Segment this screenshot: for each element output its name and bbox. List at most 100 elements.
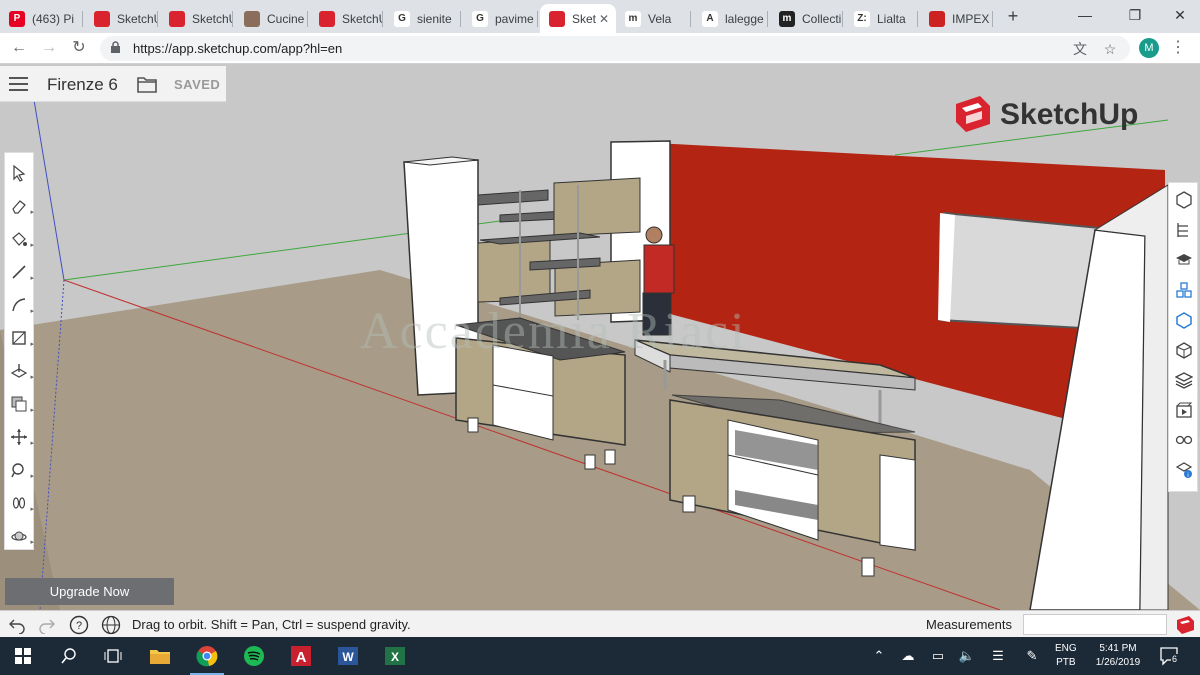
spotify-icon[interactable] [231, 637, 277, 675]
browser-tab[interactable]: Sket ✕ [540, 4, 616, 33]
url-text[interactable]: https://app.sketchup.com/app?hl=en [133, 41, 342, 56]
reload-icon[interactable]: ↻ [68, 37, 90, 59]
status-hint: Drag to orbit. Shift = Pan, Ctrl = suspe… [132, 617, 411, 632]
logo-text: SketchUp [1000, 98, 1139, 131]
sketchup-icon [169, 10, 185, 27]
word-icon[interactable]: W [325, 637, 371, 675]
browser-tab-strip: P (463) Pi SketchU SketchU Cucine SketchU Gsie… [0, 0, 1200, 33]
clock-date: 1/26/2019 [1095, 657, 1141, 668]
back-icon[interactable]: ← [8, 37, 30, 59]
menu-kebab-icon[interactable]: ⋮ [1170, 37, 1186, 59]
tab-separator [382, 11, 383, 27]
folder-icon[interactable] [136, 74, 158, 94]
tab-separator [232, 11, 233, 27]
redo-icon[interactable] [36, 614, 58, 636]
svg-text:W: W [342, 650, 354, 664]
windows-start-icon[interactable] [0, 637, 46, 675]
entity-info-icon[interactable] [1173, 189, 1195, 211]
offset-tool-icon[interactable]: ▸ [7, 392, 34, 416]
measurements-label: Measurements [926, 617, 1012, 632]
help-icon[interactable]: ? [68, 614, 90, 636]
profile-avatar[interactable]: M [1139, 38, 1159, 58]
pinterest-icon: P [9, 10, 25, 27]
tab-label: pavime [495, 11, 534, 26]
minimize-button[interactable]: — [1065, 4, 1105, 26]
volume-icon[interactable]: 🔈 [957, 646, 977, 666]
rectangle-tool-icon[interactable]: ▸ [7, 326, 34, 350]
notification-center-icon[interactable]: 6 [1159, 646, 1183, 668]
a-icon: A [702, 10, 718, 27]
close-window-button[interactable]: ✕ [1160, 4, 1200, 26]
display-icon[interactable] [1173, 429, 1195, 451]
language-indicator[interactable]: ENG PTB [1055, 642, 1077, 670]
forward-icon[interactable]: → [38, 37, 60, 59]
undo-icon[interactable] [6, 614, 28, 636]
maximize-button[interactable]: ❐ [1115, 4, 1155, 26]
tab-separator [767, 11, 768, 27]
battery-icon[interactable]: ▭ [928, 646, 948, 666]
browser-tab[interactable]: Gpavime [463, 4, 538, 33]
watermark-text: Accademia Riaci [360, 303, 747, 360]
tab-separator [537, 11, 538, 27]
model-name[interactable]: Firenze 6 [47, 75, 118, 95]
chrome-icon[interactable] [184, 637, 230, 675]
materials-icon[interactable] [1173, 339, 1195, 361]
model-info-icon[interactable]: i [1173, 459, 1195, 481]
eraser-tool-icon[interactable]: ▸ [7, 194, 34, 218]
push-pull-icon[interactable]: ▸ [7, 359, 34, 383]
arc-tool-icon[interactable]: ▸ [7, 293, 34, 317]
walk-tool-icon[interactable]: ▸ [7, 491, 34, 515]
globe-icon[interactable] [100, 614, 122, 636]
browser-tab[interactable]: m Collecti [770, 4, 843, 33]
save-status: SAVED [174, 77, 221, 92]
browser-tab[interactable]: SketchU [85, 4, 158, 33]
move-tool-icon[interactable]: ▸ [7, 425, 34, 449]
onedrive-icon[interactable]: ☁ [898, 646, 918, 666]
wifi-icon[interactable]: ☰ [988, 646, 1008, 666]
select-tool-icon[interactable] [7, 161, 31, 185]
line-tool-icon[interactable]: ▸ [7, 260, 34, 284]
close-tab-icon[interactable]: ✕ [596, 12, 612, 26]
browser-tab[interactable]: IMPEX [920, 4, 993, 33]
clock[interactable]: 5:41 PM 1/26/2019 [1089, 642, 1147, 670]
tab-separator [82, 11, 83, 27]
browser-tab[interactable]: Z: Lialta [845, 4, 918, 33]
browser-tab[interactable]: m Vela [616, 4, 691, 33]
tape-measure-icon[interactable]: ▸ [7, 458, 34, 482]
3d-warehouse-icon[interactable] [1173, 309, 1195, 331]
tray-chevron-icon[interactable]: ⌃ [869, 646, 889, 666]
tab-label: SketchU [192, 11, 233, 26]
menu-hamburger-icon[interactable] [9, 77, 28, 91]
upgrade-now-button[interactable]: Upgrade Now [5, 578, 174, 605]
pen-icon[interactable]: ✎ [1022, 646, 1042, 666]
translate-icon[interactable]: 文 [1070, 39, 1090, 59]
search-icon[interactable] [46, 637, 92, 675]
browser-tab[interactable]: Alalegge [693, 4, 768, 33]
model-title-bar: Firenze 6 SAVED [0, 66, 226, 102]
address-bar[interactable]: https://app.sketchup.com/app?hl=en 文 ☆ [100, 36, 1130, 61]
browser-tab[interactable]: SketchU [160, 4, 233, 33]
svg-text:A: A [296, 649, 307, 666]
orbit-tool-icon[interactable]: ▸ [7, 524, 34, 548]
new-tab-button[interactable]: + [1003, 6, 1023, 26]
tab-label: Vela [648, 11, 672, 26]
measurements-input[interactable] [1023, 614, 1167, 635]
bookmark-star-icon[interactable]: ☆ [1100, 39, 1120, 59]
excel-icon[interactable]: X [372, 637, 418, 675]
components-icon[interactable] [1173, 279, 1195, 301]
browser-tab[interactable]: Cucine [235, 4, 308, 33]
browser-tab[interactable]: P (463) Pi [0, 4, 83, 33]
paint-bucket-icon[interactable]: ▸ [7, 227, 34, 251]
autocad-icon[interactable]: A [278, 637, 324, 675]
outliner-icon[interactable] [1173, 219, 1195, 241]
task-view-icon[interactable] [90, 637, 136, 675]
sketchup-icon [549, 10, 565, 27]
tab-separator [992, 11, 993, 27]
browser-tab[interactable]: Gsienite [385, 4, 461, 33]
browser-toolbar: ← → ↻ https://app.sketchup.com/app?hl=en… [0, 33, 1200, 64]
instructor-icon[interactable] [1173, 249, 1195, 271]
scenes-icon[interactable] [1173, 399, 1195, 421]
browser-tab[interactable]: SketchU [310, 4, 383, 33]
file-explorer-icon[interactable] [137, 637, 183, 675]
layers-icon[interactable] [1173, 369, 1195, 391]
